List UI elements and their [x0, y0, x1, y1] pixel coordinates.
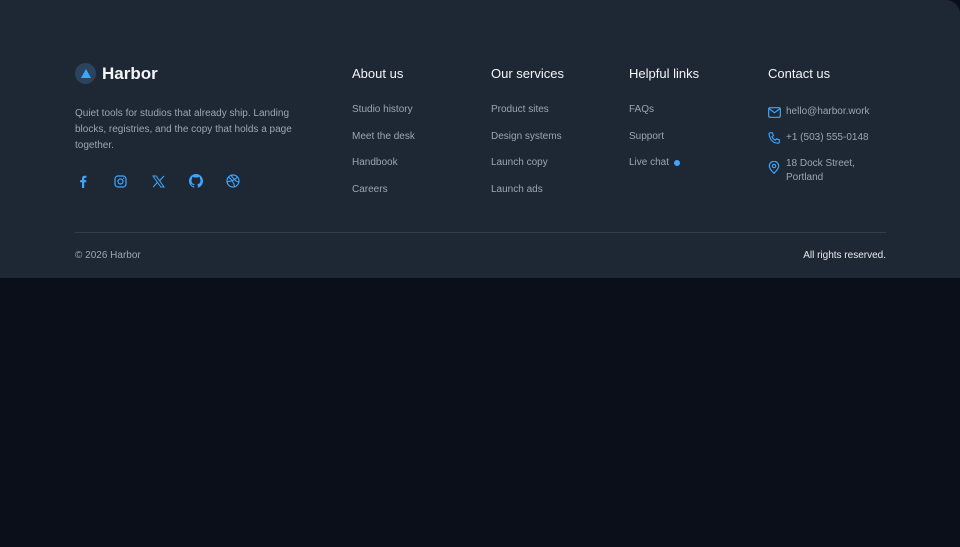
live-status-dot [674, 160, 681, 166]
about-heading: About us [352, 66, 404, 81]
contact-address-text: 18 Dock Street, Portland [786, 158, 855, 183]
facebook-icon[interactable] [75, 172, 91, 190]
link-handbook[interactable]: Handbook [352, 157, 415, 169]
contact-phone[interactable]: +1 (503) 555-0148 [768, 131, 870, 145]
brand-name: Harbor [102, 63, 158, 83]
about-column: About us Studio history Meet the desk Ha… [352, 66, 415, 210]
link-design-systems[interactable]: Design systems [491, 131, 564, 143]
link-product-sites[interactable]: Product sites [491, 104, 564, 116]
helpful-heading: Helpful links [629, 66, 700, 81]
link-support[interactable]: Support [629, 131, 699, 143]
brand-tagline: Quiet tools for studios that already shi… [75, 108, 292, 151]
contact-address: 18 Dock Street, Portland [768, 157, 870, 185]
contact-email-text: hello@harbor.work [786, 106, 870, 117]
phone-icon [768, 131, 781, 145]
link-faqs[interactable]: FAQs [629, 104, 699, 116]
services-heading: Our services [491, 66, 564, 81]
map-pin-icon [768, 157, 781, 174]
link-launch-ads[interactable]: Launch ads [491, 184, 564, 196]
contact-heading: Contact us [768, 66, 831, 81]
dribbble-icon[interactable] [225, 172, 241, 190]
contact-email[interactable]: hello@harbor.work [768, 105, 870, 119]
github-icon[interactable] [188, 172, 204, 190]
live-chat-label: Live chat [629, 157, 670, 168]
harbor-logo-icon [75, 63, 96, 84]
copyright: © 2026 Harbor [75, 250, 141, 261]
site-footer: Harbor Quiet tools for studios that alre… [0, 0, 960, 278]
x-icon[interactable] [150, 172, 166, 190]
mail-icon [768, 105, 781, 119]
social-links [75, 172, 263, 190]
brand[interactable]: Harbor [75, 63, 158, 84]
services-column: Our services Product sites Design system… [491, 66, 564, 210]
helpful-column: Helpful links FAQs Support Live chat [629, 66, 699, 184]
footer-divider [75, 232, 886, 233]
rights-reserved: All rights reserved. [803, 250, 886, 261]
link-launch-copy[interactable]: Launch copy [491, 157, 564, 169]
link-careers[interactable]: Careers [352, 184, 415, 196]
instagram-icon[interactable] [113, 172, 129, 190]
contact-column: Contact us hello@harbor.work +1 (503) 55… [768, 66, 870, 197]
link-studio-history[interactable]: Studio history [352, 104, 415, 116]
link-live-chat[interactable]: Live chat [629, 157, 699, 169]
contact-phone-text: +1 (503) 555-0148 [786, 132, 869, 143]
link-meet-the-desk[interactable]: Meet the desk [352, 131, 415, 143]
